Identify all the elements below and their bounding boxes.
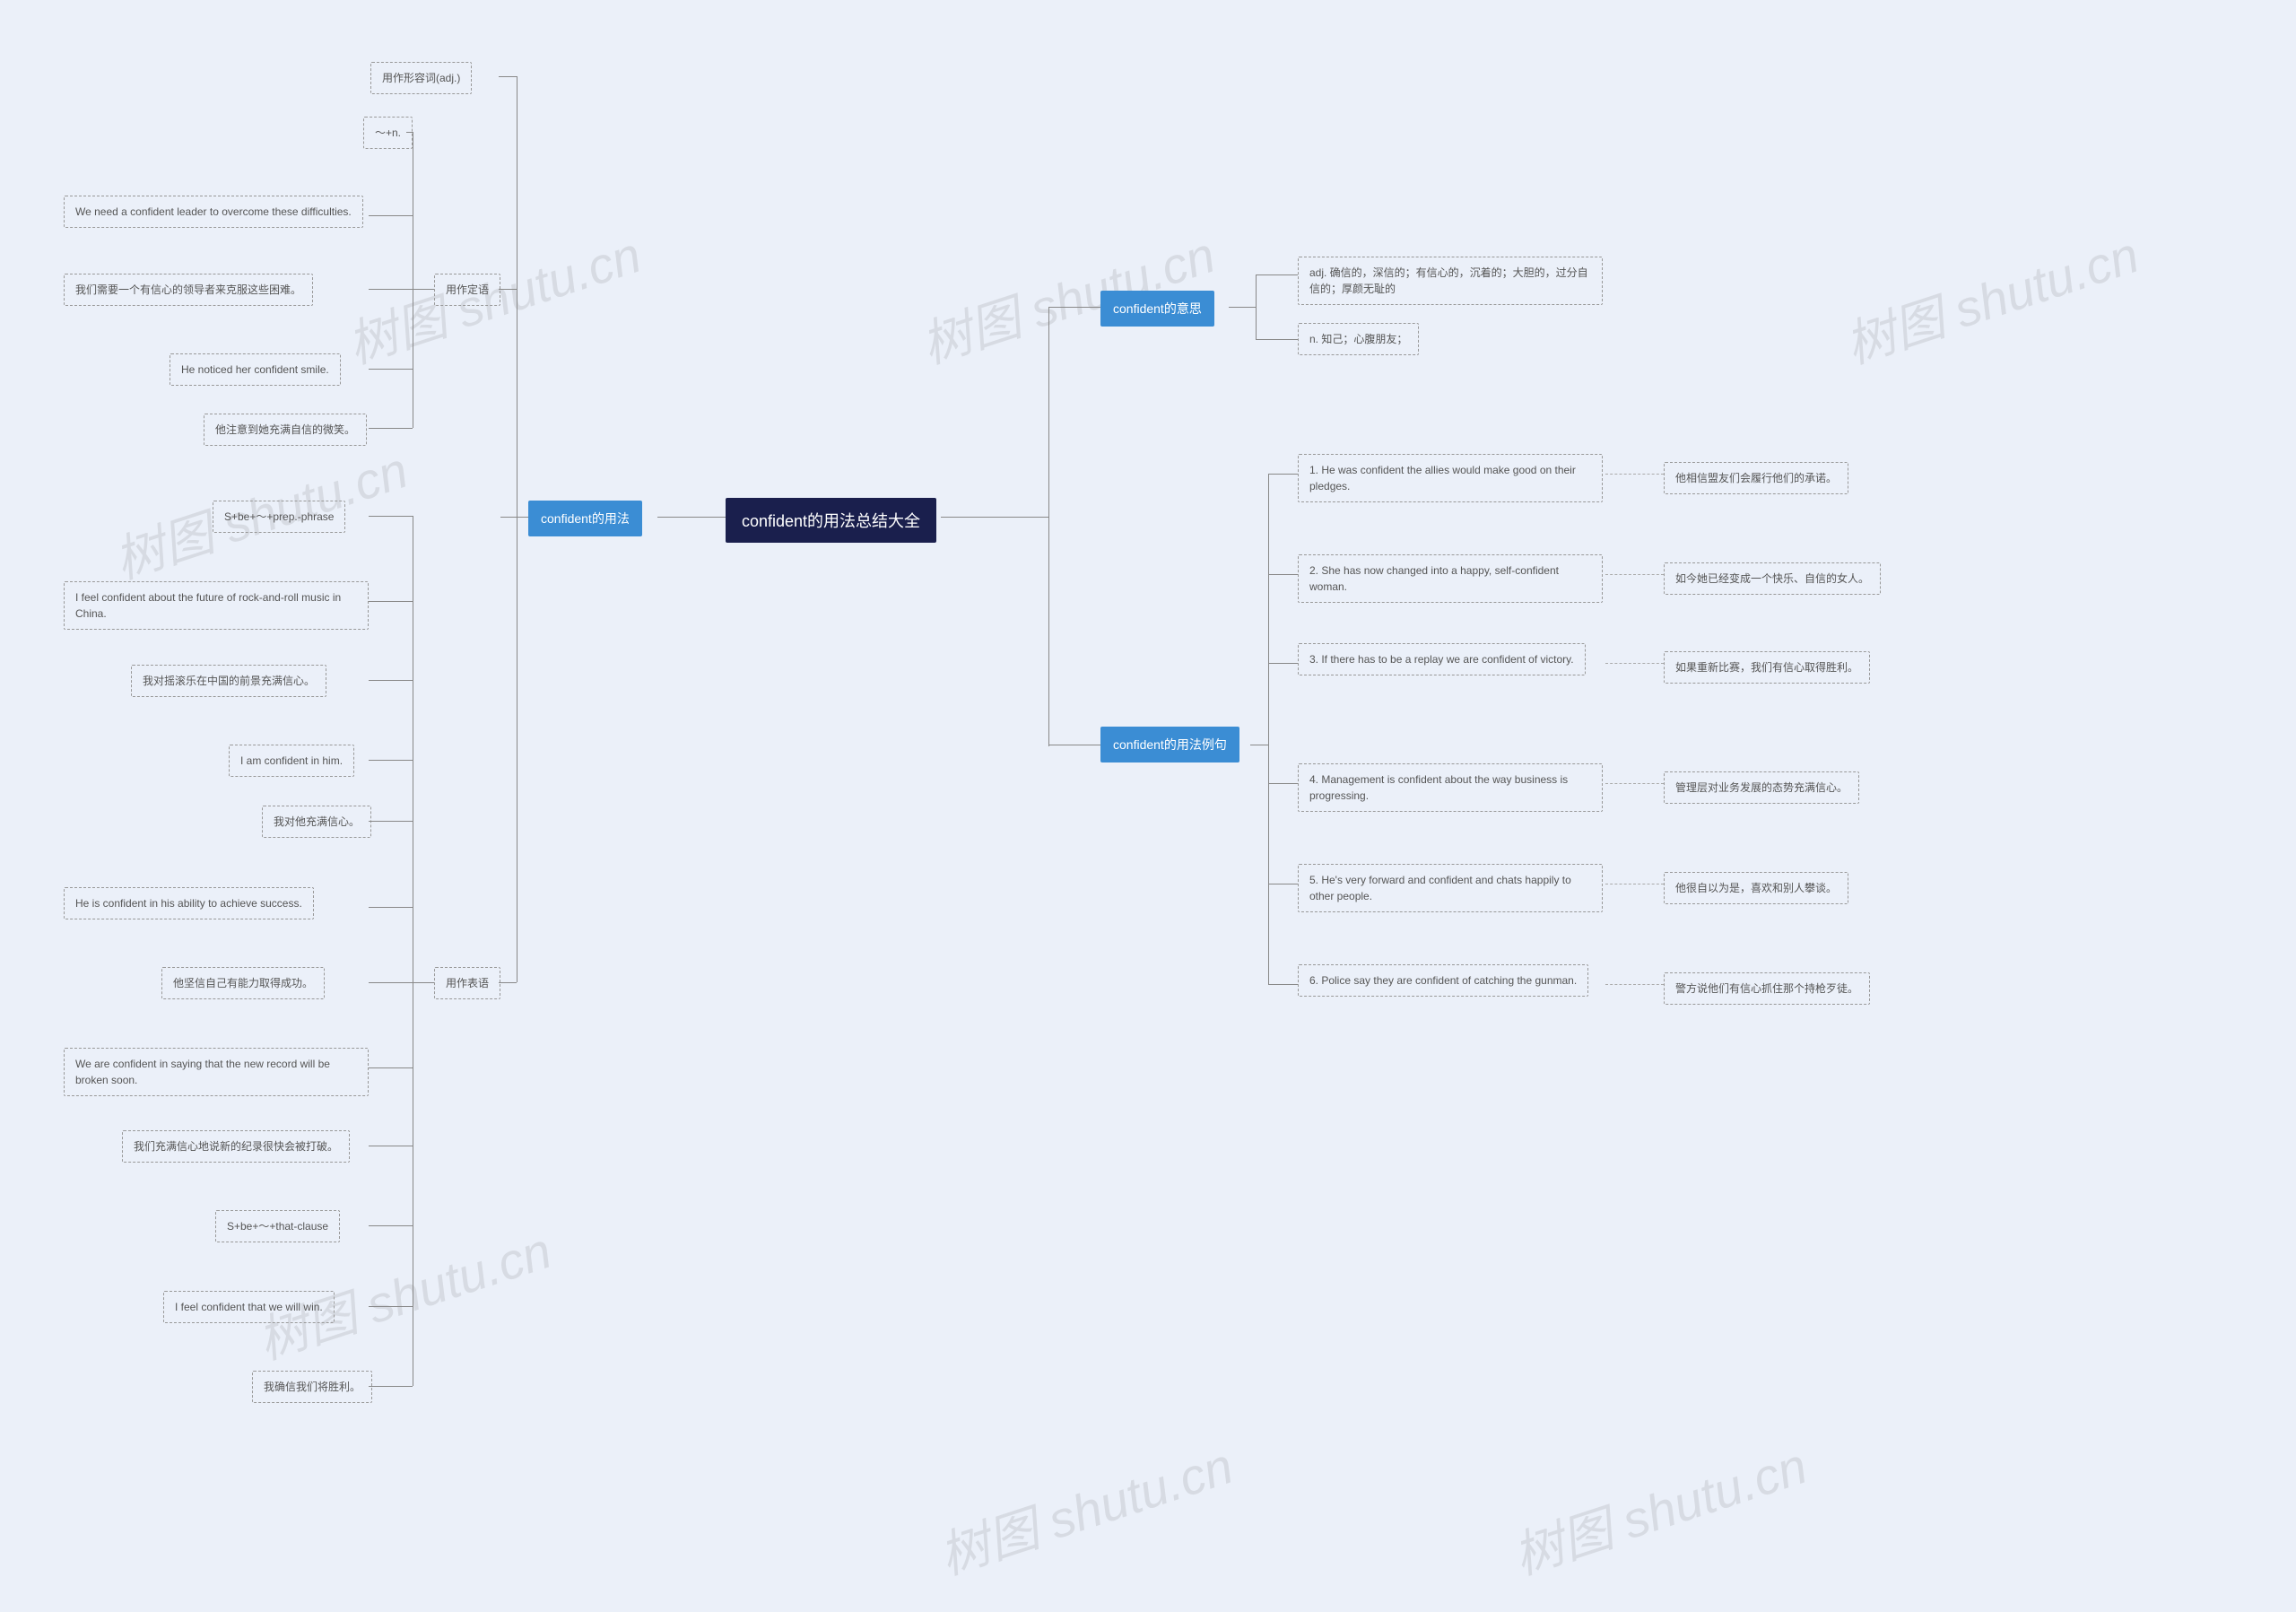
leaf-ex5-en[interactable]: 5. He's very forward and confident and c… xyxy=(1298,864,1603,912)
leaf-pred4-en[interactable]: We are confident in saying that the new … xyxy=(64,1048,369,1096)
leaf-ex6-zh[interactable]: 警方说他们有信心抓住那个持枪歹徒。 xyxy=(1664,972,1870,1005)
leaf-ex4-zh[interactable]: 管理层对业务发展的态势充满信心。 xyxy=(1664,771,1859,804)
leaf-ex6-en[interactable]: 6. Police say they are confident of catc… xyxy=(1298,964,1588,997)
root-node[interactable]: confident的用法总结大全 xyxy=(726,498,936,543)
leaf-ex2-en[interactable]: 2. She has now changed into a happy, sel… xyxy=(1298,554,1603,603)
mindmap-canvas: 树图 shutu.cn 树图 shutu.cn 树图 shutu.cn 树图 s… xyxy=(0,0,2296,1612)
leaf-pred2-zh[interactable]: 我对他充满信心。 xyxy=(262,806,371,838)
leaf-usage-adj[interactable]: 用作形容词(adj.) xyxy=(370,62,472,94)
leaf-pred2-en[interactable]: I am confident in him. xyxy=(229,745,354,777)
branch-usage[interactable]: confident的用法 xyxy=(528,501,642,536)
leaf-meaning-adj[interactable]: adj. 确信的，深信的；有信心的，沉着的；大胆的，过分自信的；厚颜无耻的 xyxy=(1298,257,1603,305)
leaf-pred3-zh[interactable]: 他坚信自己有能力取得成功。 xyxy=(161,967,325,999)
leaf-usage-attr[interactable]: 用作定语 xyxy=(434,274,500,306)
leaf-that1-en[interactable]: I feel confident that we will win. xyxy=(163,1291,335,1323)
branch-examples[interactable]: confident的用法例句 xyxy=(1100,727,1239,762)
watermark: 树图 shutu.cn xyxy=(1835,215,2147,379)
leaf-ex5-zh[interactable]: 他很自以为是，喜欢和别人攀谈。 xyxy=(1664,872,1848,904)
leaf-that1-zh[interactable]: 我确信我们将胜利。 xyxy=(252,1371,372,1403)
watermark: 树图 shutu.cn xyxy=(1503,1426,1815,1590)
leaf-ex2-zh[interactable]: 如今她已经变成一个快乐、自信的女人。 xyxy=(1664,562,1881,595)
leaf-ex3-en[interactable]: 3. If there has to be a replay we are co… xyxy=(1298,643,1586,675)
leaf-ex3-zh[interactable]: 如果重新比赛，我们有信心取得胜利。 xyxy=(1664,651,1870,684)
leaf-ex1-zh[interactable]: 他相信盟友们会履行他们的承诺。 xyxy=(1664,462,1848,494)
leaf-attr-n[interactable]: ～+n. xyxy=(363,117,413,149)
branch-meaning[interactable]: confident的意思 xyxy=(1100,291,1214,327)
leaf-ex1-en[interactable]: 1. He was confident the allies would mak… xyxy=(1298,454,1603,502)
leaf-pred-that[interactable]: S+be+～+that-clause xyxy=(215,1210,340,1242)
leaf-attr2-zh[interactable]: 他注意到她充满自信的微笑。 xyxy=(204,414,367,446)
leaf-pred4-zh[interactable]: 我们充满信心地说新的纪录很快会被打破。 xyxy=(122,1130,350,1163)
leaf-attr2-en[interactable]: He noticed her confident smile. xyxy=(170,353,341,386)
leaf-pred1-zh[interactable]: 我对摇滚乐在中国的前景充满信心。 xyxy=(131,665,326,697)
leaf-attr1-en[interactable]: We need a confident leader to overcome t… xyxy=(64,196,363,228)
watermark: 树图 shutu.cn xyxy=(929,1426,1241,1590)
leaf-pred1-en[interactable]: I feel confident about the future of roc… xyxy=(64,581,369,630)
leaf-attr1-zh[interactable]: 我们需要一个有信心的领导者来克服这些困难。 xyxy=(64,274,313,306)
leaf-pred3-en[interactable]: He is confident in his ability to achiev… xyxy=(64,887,314,919)
leaf-ex4-en[interactable]: 4. Management is confident about the way… xyxy=(1298,763,1603,812)
leaf-usage-pred[interactable]: 用作表语 xyxy=(434,967,500,999)
leaf-meaning-n[interactable]: n. 知己；心腹朋友； xyxy=(1298,323,1419,355)
leaf-pred-prep[interactable]: S+be+～+prep.-phrase xyxy=(213,501,345,533)
